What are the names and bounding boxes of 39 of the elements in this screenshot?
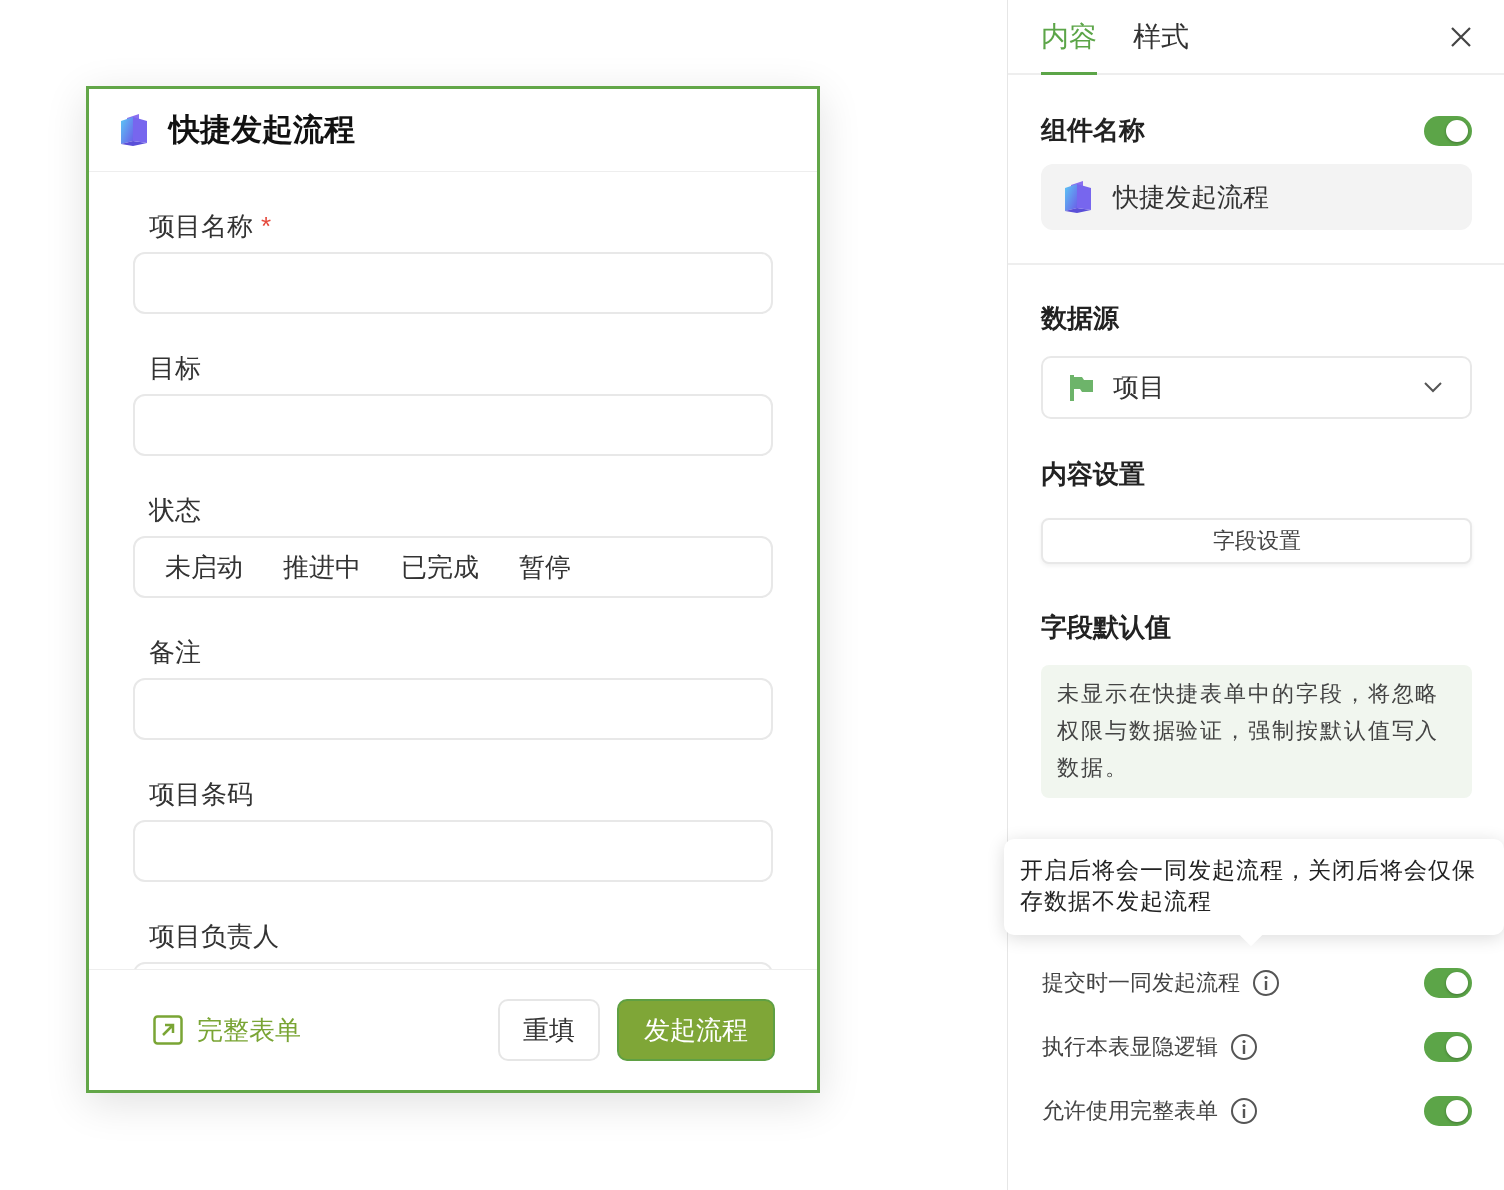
chevron-down-icon <box>1424 382 1442 393</box>
section-title: 字段默认值 <box>1041 612 1171 642</box>
field-label: 项目名称 <box>149 209 253 243</box>
toggle-switch[interactable] <box>1424 115 1472 146</box>
flag-icon <box>1069 374 1093 401</box>
section-title: 组件名称 <box>1041 114 1145 147</box>
book-icon <box>119 113 149 147</box>
reset-button[interactable]: 重填 <box>498 999 600 1061</box>
required-mark: * <box>261 210 272 242</box>
toggle-switch[interactable] <box>1424 1096 1472 1126</box>
field-label: 目标 <box>149 351 201 385</box>
option-field[interactable]: 未启动 推进中 已完成 暂停 <box>133 536 773 598</box>
field-label: 项目负责人 <box>149 919 279 953</box>
option[interactable]: 已完成 <box>401 549 479 585</box>
data-source-dropdown[interactable]: 项目 <box>1041 356 1472 419</box>
info-note: 未显示在快捷表单中的字段，将忽略权限与数据验证，强制按默认值写入数据。 <box>1041 665 1472 798</box>
field-label: 备注 <box>149 635 201 669</box>
field-settings-button[interactable]: 字段设置 <box>1041 518 1472 564</box>
name-field[interactable]: 快捷发起流程 <box>1041 164 1472 230</box>
option[interactable]: 未启动 <box>165 549 243 585</box>
card-title: 快捷发起流程 <box>169 111 355 149</box>
field-label: 状态 <box>149 493 201 527</box>
info-icon[interactable] <box>1252 969 1280 997</box>
option[interactable]: 推进中 <box>283 549 361 585</box>
toggle-switch[interactable] <box>1424 968 1472 998</box>
switch-label: 提交时一同发起流程 <box>1042 969 1240 997</box>
switch-label: 执行本表显隐逻辑 <box>1042 1033 1218 1061</box>
external-link-icon <box>153 1015 183 1045</box>
toggle-switch[interactable] <box>1424 1032 1472 1062</box>
section-title: 内容设置 <box>1041 459 1145 489</box>
info-icon[interactable] <box>1230 1033 1258 1061</box>
option[interactable]: 暂停 <box>519 549 571 585</box>
field-label: 项目条码 <box>149 777 253 811</box>
tab[interactable]: 样式 <box>1133 0 1189 75</box>
section-title: 数据源 <box>1041 303 1119 333</box>
info-icon[interactable] <box>1230 1097 1258 1125</box>
switch-label: 允许使用完整表单 <box>1042 1097 1218 1125</box>
book-icon <box>1063 180 1093 214</box>
close-icon[interactable] <box>1450 25 1472 48</box>
